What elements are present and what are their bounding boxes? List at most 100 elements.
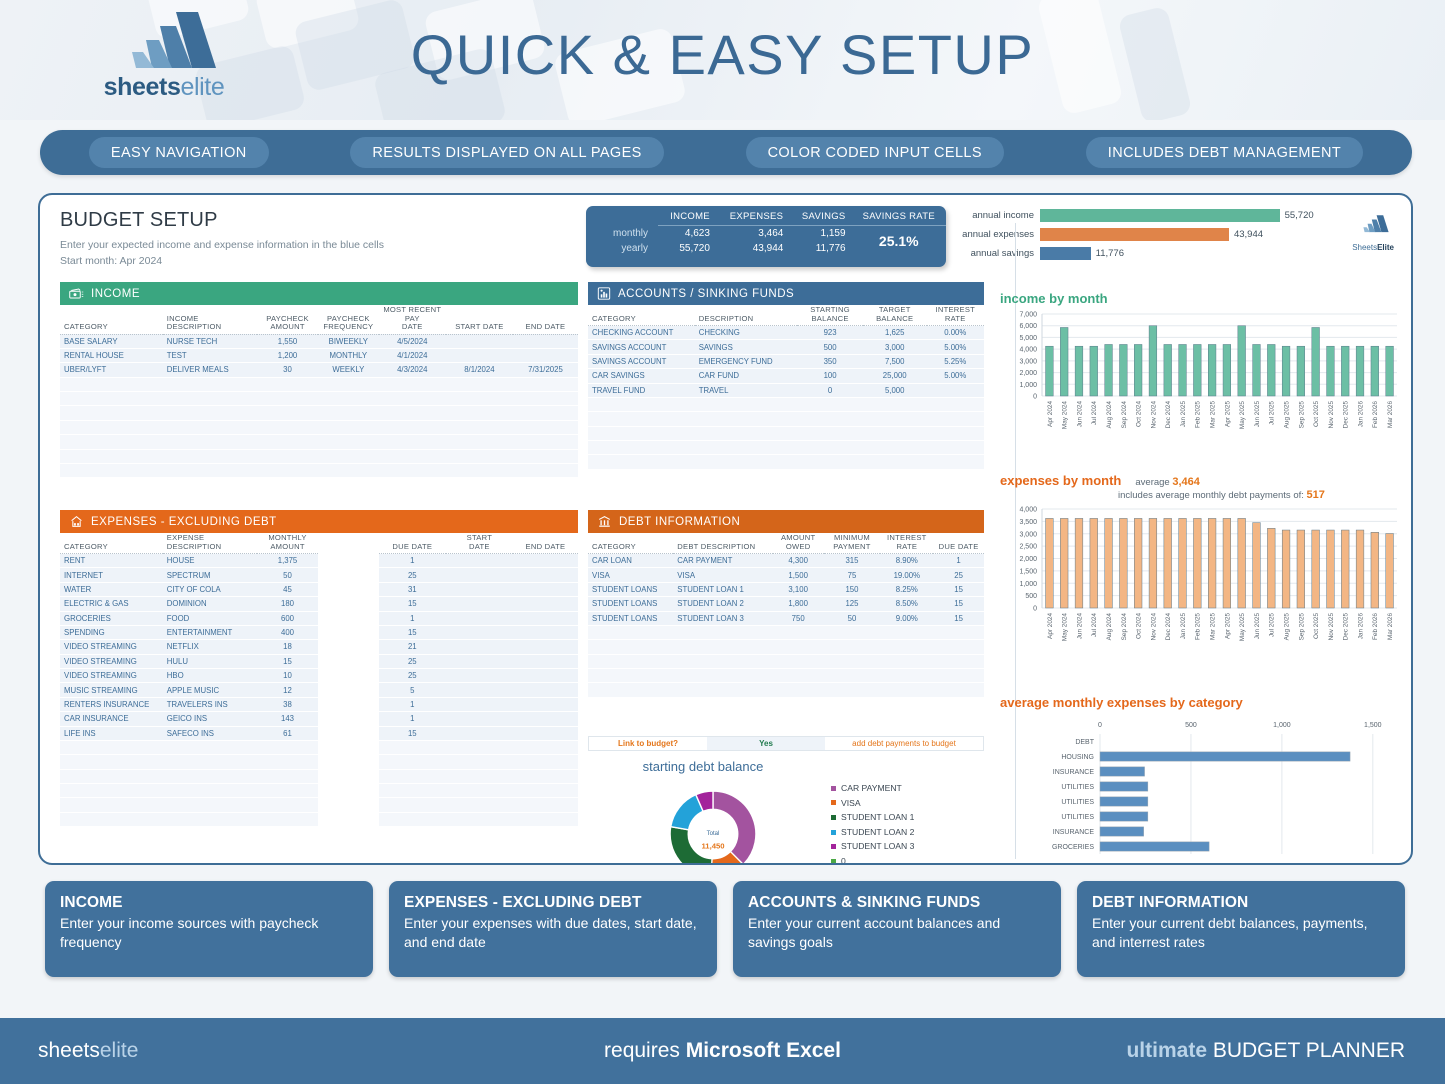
table-cell[interactable] bbox=[512, 348, 578, 364]
table-cell[interactable] bbox=[797, 397, 863, 413]
table-cell[interactable] bbox=[60, 449, 163, 464]
table-cell[interactable]: CITY OF COLA bbox=[162, 582, 258, 598]
table-cell[interactable] bbox=[512, 754, 578, 770]
table-cell[interactable] bbox=[60, 783, 163, 799]
table-cell[interactable] bbox=[445, 754, 513, 770]
table-row-empty[interactable] bbox=[60, 769, 578, 785]
table-cell[interactable]: 1 bbox=[378, 611, 446, 626]
table-cell[interactable] bbox=[445, 740, 513, 756]
table-row[interactable]: MUSIC STREAMING APPLE MUSIC 12 5 bbox=[60, 682, 578, 698]
table-row[interactable]: SAVINGS ACCOUNT EMERGENCY FUND 350 7,500 5.2… bbox=[588, 354, 984, 370]
table-cell[interactable] bbox=[772, 682, 824, 698]
table-cell[interactable] bbox=[694, 454, 798, 470]
table-cell[interactable] bbox=[60, 812, 163, 828]
card-debt[interactable]: DEBT INFORMATION Enter your current debt… bbox=[1077, 881, 1405, 977]
table-cell[interactable] bbox=[512, 582, 578, 598]
table-cell[interactable] bbox=[588, 397, 695, 413]
table-cell[interactable] bbox=[797, 426, 863, 442]
table-cell[interactable] bbox=[512, 434, 578, 450]
table-cell[interactable]: ELECTRIC & GAS bbox=[60, 596, 163, 612]
table-row[interactable]: TRAVEL FUND TRAVEL 0 5,000 bbox=[588, 383, 984, 398]
table-cell[interactable] bbox=[317, 812, 379, 828]
table-cell[interactable]: 1,800 bbox=[772, 596, 824, 612]
table-cell[interactable]: RENTERS INSURANCE bbox=[60, 697, 163, 713]
table-cell[interactable]: RENTAL HOUSE bbox=[60, 348, 163, 364]
table-cell[interactable] bbox=[317, 797, 379, 813]
table-row[interactable]: VIDEO STREAMING HBO 10 25 bbox=[60, 668, 578, 684]
table-cell[interactable] bbox=[162, 740, 258, 756]
table-cell[interactable] bbox=[588, 411, 695, 427]
table-row-empty[interactable] bbox=[588, 411, 984, 427]
table-row[interactable]: GROCERIES FOOD 600 1 bbox=[60, 611, 578, 626]
table-row[interactable]: ELECTRIC & GAS DOMINION 180 15 bbox=[60, 596, 578, 612]
table-cell[interactable] bbox=[162, 812, 258, 828]
table-cell[interactable] bbox=[512, 567, 578, 583]
table-cell[interactable]: 0.00% bbox=[926, 325, 984, 341]
table-cell[interactable]: 15 bbox=[933, 596, 984, 612]
table-cell[interactable] bbox=[257, 740, 318, 756]
table-cell[interactable] bbox=[588, 440, 695, 456]
link-to-budget-value[interactable]: Yes bbox=[707, 737, 825, 750]
table-cell[interactable] bbox=[933, 625, 984, 641]
table-cell[interactable] bbox=[512, 639, 578, 655]
table-cell[interactable]: 25 bbox=[933, 567, 984, 583]
table-cell[interactable] bbox=[512, 682, 578, 698]
table-cell[interactable]: SAVINGS ACCOUNT bbox=[588, 354, 695, 370]
table-cell[interactable]: RENT bbox=[60, 553, 163, 569]
table-cell[interactable] bbox=[673, 625, 773, 641]
table-cell[interactable] bbox=[512, 726, 578, 741]
table-cell[interactable] bbox=[257, 797, 318, 813]
table-cell[interactable]: SPECTRUM bbox=[162, 567, 258, 583]
table-cell[interactable]: 12 bbox=[257, 682, 318, 698]
table-cell[interactable] bbox=[317, 463, 379, 479]
table-cell[interactable] bbox=[673, 654, 773, 670]
table-row-empty[interactable] bbox=[60, 420, 578, 436]
table-cell[interactable] bbox=[445, 377, 513, 393]
table-cell[interactable]: DELIVER MEALS bbox=[162, 362, 258, 378]
table-cell[interactable] bbox=[445, 348, 513, 364]
table-cell[interactable]: 25,000 bbox=[862, 368, 927, 384]
table-cell[interactable] bbox=[512, 740, 578, 756]
table-cell[interactable]: 8.25% bbox=[880, 582, 934, 598]
table-cell[interactable] bbox=[512, 625, 578, 641]
table-cell[interactable] bbox=[512, 334, 578, 349]
table-cell[interactable]: 4,300 bbox=[772, 553, 824, 569]
table-row[interactable]: INTERNET SPECTRUM 50 25 bbox=[60, 567, 578, 583]
expenses-table[interactable]: CATEGORY EXPENSE DESCRIPTION MONTHLY AMOUNT … bbox=[60, 533, 578, 828]
table-cell[interactable] bbox=[317, 434, 379, 450]
table-cell[interactable] bbox=[317, 420, 379, 436]
table-cell[interactable] bbox=[445, 596, 513, 612]
table-cell[interactable]: SAVINGS ACCOUNT bbox=[588, 339, 695, 355]
table-cell[interactable] bbox=[933, 668, 984, 684]
table-cell[interactable]: 15 bbox=[378, 726, 446, 741]
table-cell[interactable]: MUSIC STREAMING bbox=[60, 682, 163, 698]
table-cell[interactable] bbox=[880, 654, 934, 670]
table-cell[interactable]: STUDENT LOAN 1 bbox=[673, 582, 773, 598]
table-row[interactable]: SPENDING ENTERTAINMENT 400 15 bbox=[60, 625, 578, 641]
table-cell[interactable]: 30 bbox=[257, 362, 318, 378]
table-cell[interactable]: HULU bbox=[162, 654, 258, 670]
table-cell[interactable] bbox=[512, 797, 578, 813]
table-cell[interactable] bbox=[588, 668, 674, 684]
table-cell[interactable]: VIDEO STREAMING bbox=[60, 668, 163, 684]
table-row[interactable]: VIDEO STREAMING HULU 15 25 bbox=[60, 654, 578, 670]
table-row-empty[interactable] bbox=[60, 434, 578, 450]
pill-color-coded-cells[interactable]: COLOR CODED INPUT CELLS bbox=[745, 137, 1004, 168]
table-cell[interactable] bbox=[257, 812, 318, 828]
table-cell[interactable]: 4/5/2024 bbox=[378, 334, 446, 349]
table-cell[interactable]: 61 bbox=[257, 726, 318, 741]
table-cell[interactable]: HBO bbox=[162, 668, 258, 684]
table-cell[interactable]: DOMINION bbox=[162, 596, 258, 612]
table-cell[interactable]: 3,100 bbox=[772, 582, 824, 598]
table-cell[interactable] bbox=[162, 769, 258, 785]
table-row[interactable]: CAR SAVINGS CAR FUND 100 25,000 5.00% bbox=[588, 368, 984, 384]
table-cell[interactable] bbox=[257, 783, 318, 799]
table-cell[interactable] bbox=[512, 420, 578, 436]
table-cell[interactable]: 1,500 bbox=[772, 567, 824, 583]
table-cell[interactable]: 15 bbox=[933, 611, 984, 626]
table-row-empty[interactable] bbox=[588, 625, 984, 641]
pill-debt-management[interactable]: INCLUDES DEBT MANAGEMENT bbox=[1085, 137, 1364, 168]
debt-table[interactable]: CATEGORY DEBT DESCRIPTION AMOUNT OWED MINIM… bbox=[588, 533, 984, 698]
table-cell[interactable]: 315 bbox=[823, 553, 881, 569]
table-cell[interactable] bbox=[445, 420, 513, 436]
